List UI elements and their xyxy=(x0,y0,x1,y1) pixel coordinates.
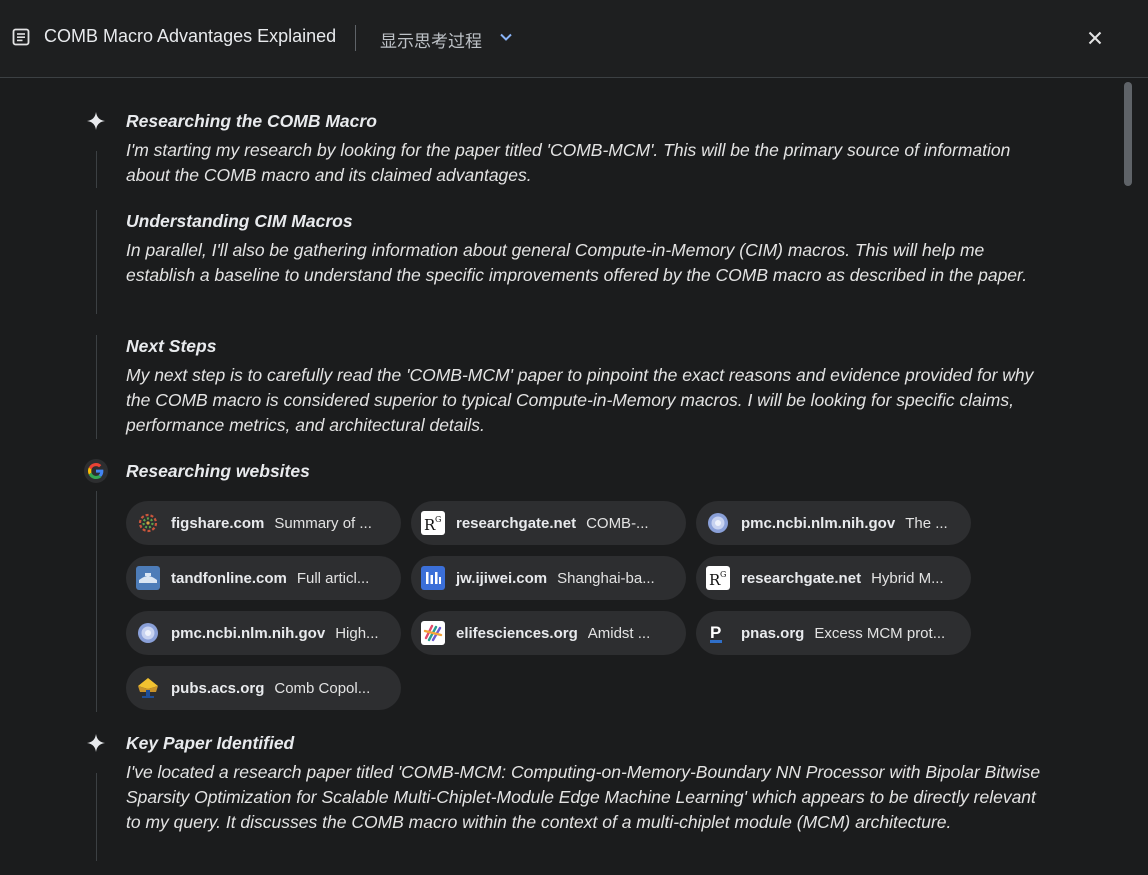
elife-icon xyxy=(421,621,445,645)
globe-icon xyxy=(706,511,730,535)
researchgate-icon: R G xyxy=(706,566,730,590)
source-chip[interactable]: R G researchgate.net COMB-... xyxy=(411,501,686,545)
figshare-icon xyxy=(136,511,160,535)
chip-domain: elifesciences.org xyxy=(456,624,578,642)
show-thinking-toggle[interactable]: 显示思考过程 xyxy=(380,27,482,52)
source-chip[interactable]: jw.ijiwei.com Shanghai-ba... xyxy=(411,556,686,600)
chevron-down-icon[interactable] xyxy=(498,29,514,45)
section-body: I'm starting my research by looking for … xyxy=(126,140,1011,185)
source-chip[interactable]: tandfonline.com Full articl... xyxy=(126,556,401,600)
chip-domain: pubs.acs.org xyxy=(171,679,265,697)
source-chip[interactable]: elifesciences.org Amidst ... xyxy=(411,611,686,655)
source-chip[interactable]: pmc.ncbi.nlm.nih.gov High... xyxy=(126,611,401,655)
chip-domain: figshare.com xyxy=(171,514,265,532)
svg-text:P: P xyxy=(710,623,721,642)
ijiwei-icon xyxy=(421,566,445,590)
source-chip[interactable]: P pnas.org Excess MCM prot... xyxy=(696,611,971,655)
section-title: Researching websites xyxy=(126,461,310,481)
section-body: In parallel, I'll also be gathering info… xyxy=(126,240,1028,285)
chip-description: Excess MCM prot... xyxy=(814,624,946,642)
timeline-line xyxy=(96,335,97,439)
section-body: I've located a research paper titled 'CO… xyxy=(126,762,1041,832)
chip-description: Summary of ... xyxy=(274,514,372,532)
sparkle-icon xyxy=(84,731,108,755)
chip-description: The ... xyxy=(905,514,948,532)
chip-domain: tandfonline.com xyxy=(171,569,287,587)
globe-icon xyxy=(136,621,160,645)
scrollbar-track[interactable] xyxy=(1121,82,1133,872)
timeline-line xyxy=(96,773,97,861)
chip-domain: jw.ijiwei.com xyxy=(456,569,548,587)
timeline-line xyxy=(96,210,97,314)
chip-domain: pnas.org xyxy=(741,624,805,642)
section-title: Researching the COMB Macro xyxy=(126,111,377,131)
chip-description: Comb Copol... xyxy=(274,679,371,697)
thinking-panel: Researching the COMB Macro I'm starting … xyxy=(0,79,1120,875)
chip-description: Amidst ... xyxy=(587,624,651,642)
google-icon xyxy=(84,459,108,483)
chip-description: Hybrid M... xyxy=(871,569,944,587)
tandfonline-icon xyxy=(136,566,160,590)
chip-domain: pmc.ncbi.nlm.nih.gov xyxy=(741,514,896,532)
svg-text:G: G xyxy=(435,515,441,524)
header-bar: COMB Macro Advantages Explained 显示思考过程 xyxy=(0,0,1148,78)
chip-description: COMB-... xyxy=(586,514,649,532)
chip-description: High... xyxy=(335,624,379,642)
timeline-line xyxy=(96,151,97,188)
sparkle-icon xyxy=(84,109,108,133)
chip-domain: researchgate.net xyxy=(456,514,577,532)
source-chip[interactable]: pubs.acs.org Comb Copol... xyxy=(126,666,401,710)
timeline-line xyxy=(96,491,97,712)
chip-domain: researchgate.net xyxy=(741,569,862,587)
chip-description: Full articl... xyxy=(296,569,370,587)
section-title: Understanding CIM Macros xyxy=(126,211,353,231)
source-chip[interactable]: pmc.ncbi.nlm.nih.gov The ... xyxy=(696,501,971,545)
document-icon xyxy=(12,28,30,46)
section-title: Next Steps xyxy=(126,336,217,356)
source-chip[interactable]: figshare.com Summary of ... xyxy=(126,501,401,545)
source-chip[interactable]: R G researchgate.net Hybrid M... xyxy=(696,556,971,600)
chip-description: Shanghai-ba... xyxy=(557,569,655,587)
researchgate-icon: R G xyxy=(421,511,445,535)
svg-text:G: G xyxy=(720,570,726,579)
chip-domain: pmc.ncbi.nlm.nih.gov xyxy=(171,624,326,642)
close-icon[interactable] xyxy=(1083,26,1107,50)
acs-icon xyxy=(136,676,160,700)
header-divider xyxy=(355,25,356,51)
scrollbar-thumb[interactable] xyxy=(1124,82,1132,186)
section-body: My next step is to carefully read the 'C… xyxy=(126,365,1034,435)
section-title: Key Paper Identified xyxy=(126,733,295,753)
page-title: COMB Macro Advantages Explained xyxy=(44,26,337,46)
pnas-icon: P xyxy=(706,621,730,645)
